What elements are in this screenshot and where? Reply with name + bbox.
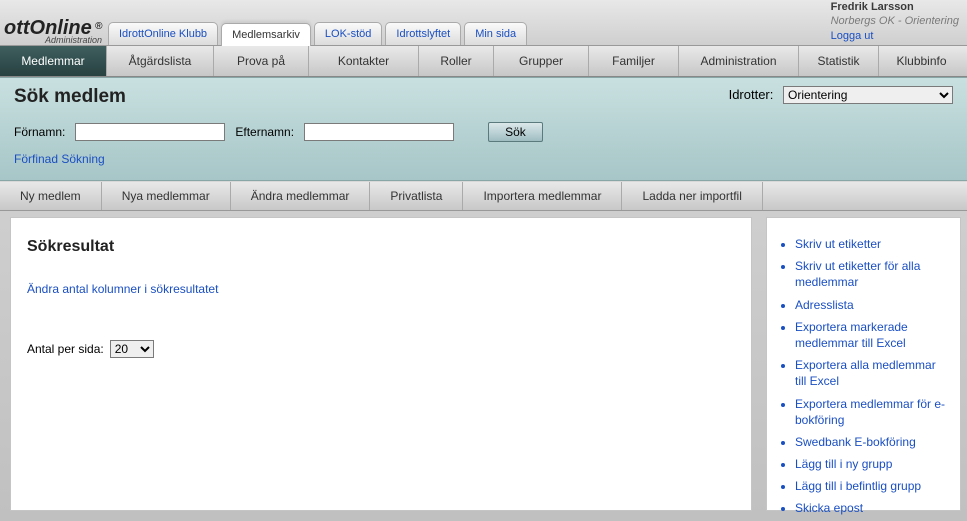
tab-lok-stod[interactable]: LOK-stöd <box>314 22 382 45</box>
search-button[interactable]: Sök <box>488 122 543 142</box>
subnav-importera-medlemmar[interactable]: Importera medlemmar <box>463 182 622 210</box>
results-title: Sökresultat <box>27 238 735 256</box>
per-page-row: Antal per sida: 20 <box>27 340 735 358</box>
nav-medlemmar[interactable]: Medlemmar <box>0 46 107 76</box>
nav-grupper[interactable]: Grupper <box>494 46 589 76</box>
action-exportera-alla-excel[interactable]: Exportera alla medlemmar till Excel <box>795 357 950 389</box>
firstname-input[interactable] <box>75 123 225 141</box>
tab-min-sida[interactable]: Min sida <box>464 22 527 45</box>
subnav-nya-medlemmar[interactable]: Nya medlemmar <box>102 182 231 210</box>
nav-administration[interactable]: Administration <box>679 46 799 76</box>
logo-block: ottOnline ® Administration <box>0 14 108 45</box>
top-header: ottOnline ® Administration IdrottOnline … <box>0 0 967 46</box>
actions-card: Skriv ut etiketter Skriv ut etiketter fö… <box>766 217 961 511</box>
per-page-select[interactable]: 20 <box>110 340 154 358</box>
subnav-privatlista[interactable]: Privatlista <box>370 182 463 210</box>
subnav-andra-medlemmar[interactable]: Ändra medlemmar <box>231 182 371 210</box>
idrotter-row: Idrotter: Orientering <box>729 86 953 104</box>
action-swedbank-ebokforing[interactable]: Swedbank E-bokföring <box>795 434 950 450</box>
tab-medlemsarkiv[interactable]: Medlemsarkiv <box>221 23 311 46</box>
subnav-ladda-ner-importfil[interactable]: Ladda ner importfil <box>622 182 762 210</box>
action-exportera-markerade-excel[interactable]: Exportera markerade medlemmar till Excel <box>795 319 950 351</box>
tab-idrottonline-klubb[interactable]: IdrottOnline Klubb <box>108 22 218 45</box>
subnav-ny-medlem[interactable]: Ny medlem <box>0 182 102 210</box>
refined-search-link[interactable]: Förfinad Sökning <box>14 152 953 166</box>
action-exportera-ebokforing[interactable]: Exportera medlemmar för e-bokföring <box>795 396 950 428</box>
nav-klubbinfo[interactable]: Klubbinfo <box>879 46 964 76</box>
firstname-label: Förnamn: <box>14 125 65 139</box>
search-row: Förnamn: Efternamn: Sök <box>14 122 953 142</box>
search-panel: Idrotter: Orientering Sök medlem Förnamn… <box>0 77 967 181</box>
nav-prova-pa[interactable]: Prova på <box>214 46 309 76</box>
nav-roller[interactable]: Roller <box>419 46 494 76</box>
action-lagg-till-ny-grupp[interactable]: Lägg till i ny grupp <box>795 456 950 472</box>
top-tabs: IdrottOnline Klubb Medlemsarkiv LOK-stöd… <box>108 22 527 45</box>
tab-idrottslyftet[interactable]: Idrottslyftet <box>385 22 461 45</box>
main-nav: Medlemmar Åtgärdslista Prova på Kontakte… <box>0 46 967 77</box>
lower-area: Sökresultat Ändra antal kolumner i sökre… <box>0 211 967 511</box>
nav-statistik[interactable]: Statistik <box>799 46 879 76</box>
per-page-label: Antal per sida: <box>27 342 104 356</box>
user-club: Norbergs OK - Orientering <box>831 14 959 28</box>
logout-link[interactable]: Logga ut <box>831 29 959 43</box>
results-card: Sökresultat Ändra antal kolumner i sökre… <box>10 217 752 511</box>
lastname-input[interactable] <box>304 123 454 141</box>
change-columns-link[interactable]: Ändra antal kolumner i sökresultatet <box>27 282 735 296</box>
user-name: Fredrik Larsson <box>831 0 959 14</box>
actions-list: Skriv ut etiketter Skriv ut etiketter fö… <box>777 236 950 517</box>
action-skriv-ut-etiketter[interactable]: Skriv ut etiketter <box>795 236 950 252</box>
user-block: Fredrik Larsson Norbergs OK - Orienterin… <box>831 0 959 43</box>
nav-familjer[interactable]: Familjer <box>589 46 679 76</box>
sub-nav: Ny medlem Nya medlemmar Ändra medlemmar … <box>0 181 967 211</box>
idrotter-label: Idrotter: <box>729 87 774 102</box>
action-skriv-ut-etiketter-alla[interactable]: Skriv ut etiketter för alla medlemmar <box>795 258 950 290</box>
action-skicka-epost[interactable]: Skicka epost <box>795 500 950 516</box>
nav-kontakter[interactable]: Kontakter <box>309 46 419 76</box>
action-adresslista[interactable]: Adresslista <box>795 297 950 313</box>
lastname-label: Efternamn: <box>235 125 294 139</box>
nav-atgardslista[interactable]: Åtgärdslista <box>107 46 214 76</box>
idrotter-select[interactable]: Orientering <box>783 86 953 104</box>
action-lagg-till-befintlig-grupp[interactable]: Lägg till i befintlig grupp <box>795 478 950 494</box>
